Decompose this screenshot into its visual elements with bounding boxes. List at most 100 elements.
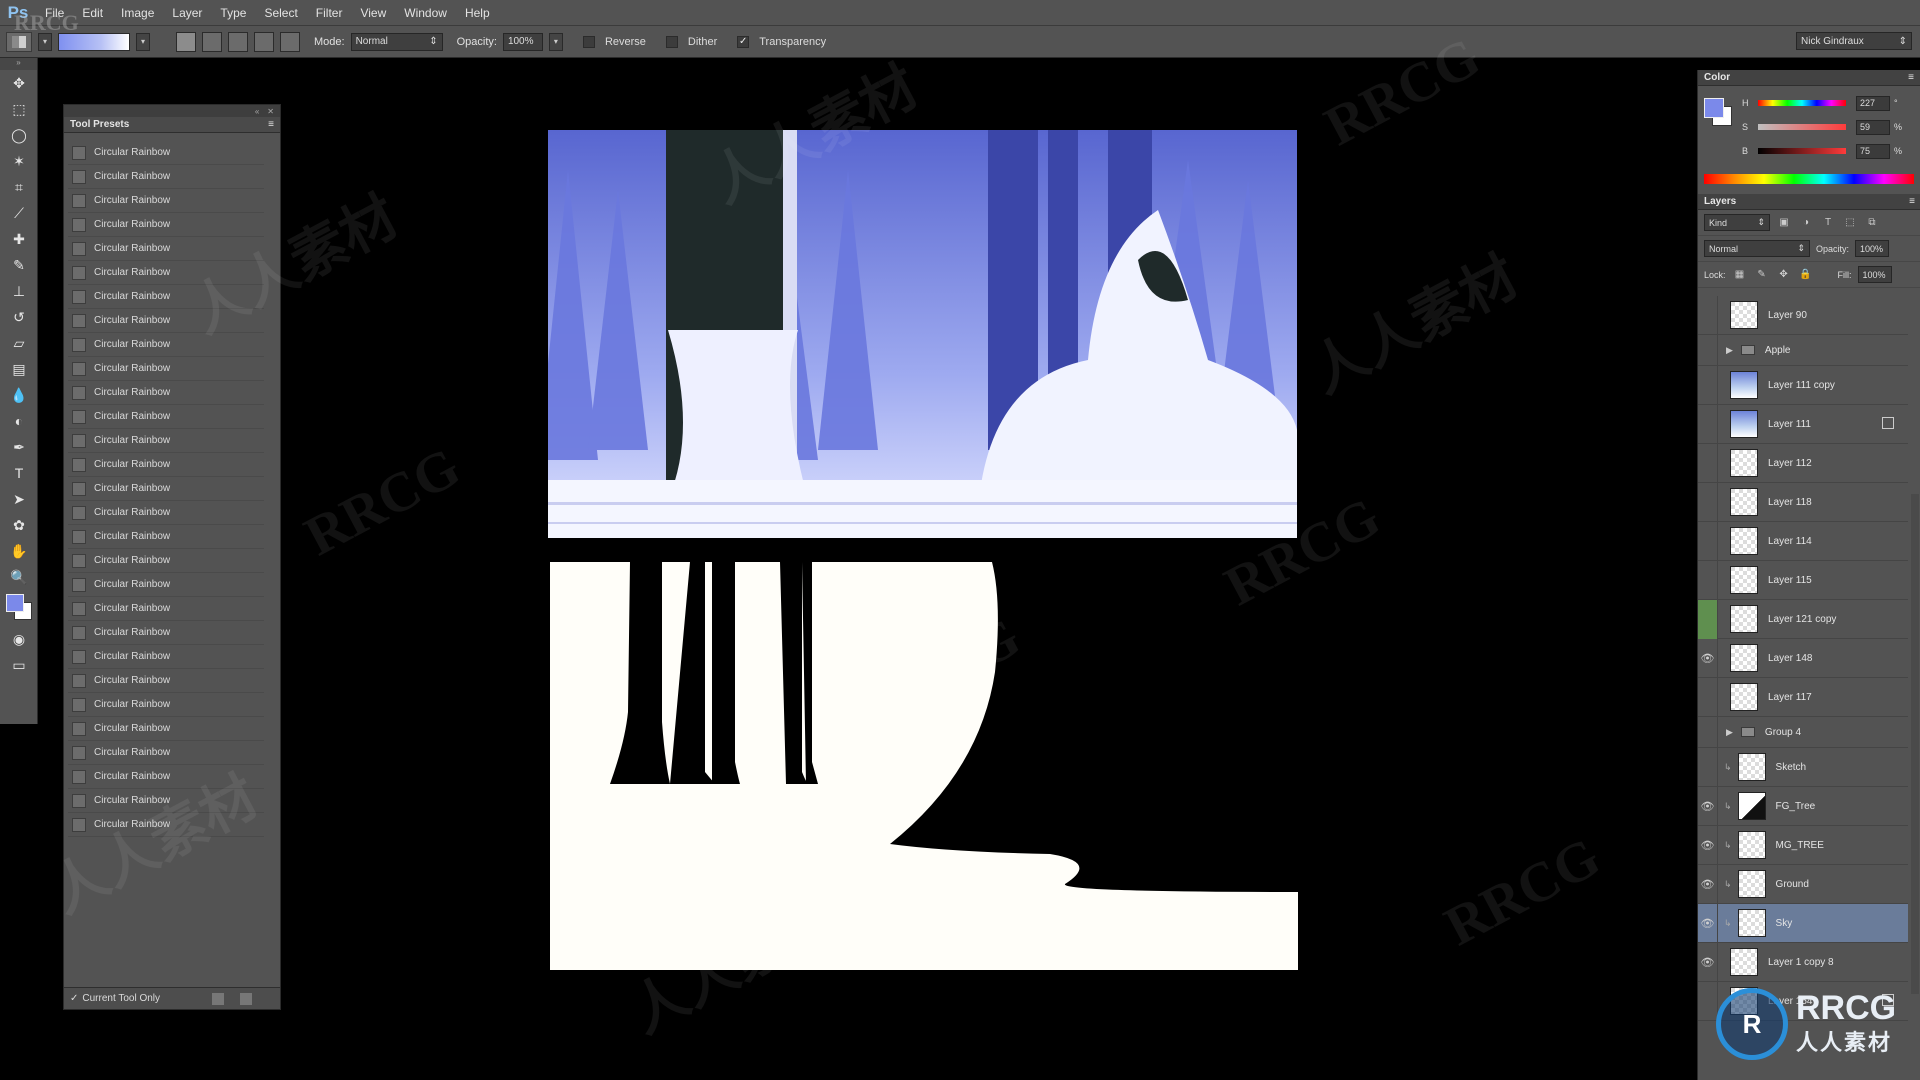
- preset-row[interactable]: Circular Rainbow: [68, 573, 264, 597]
- linear-gradient-button[interactable]: [176, 31, 196, 52]
- layer-row[interactable]: 👁 ↳ Sky: [1698, 903, 1908, 943]
- preset-row[interactable]: Circular Rainbow: [68, 717, 264, 741]
- preset-row[interactable]: Circular Rainbow: [68, 645, 264, 669]
- visibility-eye-icon[interactable]: 👁: [1698, 825, 1718, 865]
- layer-row[interactable]: 👁 ↳ FG_Tree: [1698, 786, 1908, 826]
- preset-row[interactable]: Circular Rainbow: [68, 549, 264, 573]
- dither-checkbox[interactable]: [665, 35, 678, 48]
- hand-tool-icon[interactable]: ✋: [0, 538, 38, 564]
- layers-scrollbar[interactable]: [1911, 494, 1919, 994]
- layer-group-row[interactable]: ▶ Apple: [1698, 330, 1908, 370]
- menu-item-edit[interactable]: Edit: [73, 0, 112, 26]
- new-preset-icon[interactable]: [212, 993, 224, 1005]
- transparency-checkbox[interactable]: ✓: [737, 35, 750, 48]
- move-tool-icon[interactable]: ✥: [0, 70, 38, 96]
- eraser-tool-icon[interactable]: ▱: [0, 330, 38, 356]
- menu-item-type[interactable]: Type: [211, 0, 255, 26]
- collapse-icon[interactable]: «: [255, 107, 259, 116]
- preset-row[interactable]: Circular Rainbow: [68, 357, 264, 381]
- magic-wand-tool-icon[interactable]: ✶: [0, 148, 38, 174]
- layer-row[interactable]: Layer 111: [1698, 404, 1908, 444]
- preset-row[interactable]: Circular Rainbow: [68, 597, 264, 621]
- disclosure-triangle-icon[interactable]: ▶: [1726, 727, 1733, 738]
- visibility-eye-icon[interactable]: [1698, 404, 1718, 444]
- preset-row[interactable]: Circular Rainbow: [68, 813, 264, 837]
- preset-row[interactable]: Circular Rainbow: [68, 189, 264, 213]
- lock-all-icon[interactable]: 🔒: [1798, 268, 1814, 282]
- visibility-eye-icon[interactable]: 👁: [1698, 786, 1718, 826]
- color-tab[interactable]: Color ≡: [1698, 70, 1920, 86]
- preset-row[interactable]: Circular Rainbow: [68, 261, 264, 285]
- brightness-value[interactable]: 75: [1856, 143, 1890, 159]
- preset-row[interactable]: Circular Rainbow: [68, 333, 264, 357]
- quick-mask-icon[interactable]: ◉: [0, 626, 38, 652]
- color-swatches[interactable]: [0, 590, 38, 626]
- blend-mode-select[interactable]: Normal ⇕: [1704, 240, 1810, 257]
- layer-row[interactable]: Layer 112: [1698, 443, 1908, 483]
- visibility-eye-icon[interactable]: [1698, 599, 1718, 639]
- foreground-color-swatch[interactable]: [6, 594, 24, 612]
- kind-filter-select[interactable]: Kind ⇕: [1704, 214, 1770, 231]
- preset-row[interactable]: Circular Rainbow: [68, 525, 264, 549]
- path-selection-tool-icon[interactable]: ➤: [0, 486, 38, 512]
- menu-item-layer[interactable]: Layer: [163, 0, 211, 26]
- preset-row[interactable]: Circular Rainbow: [68, 429, 264, 453]
- eyedropper-tool-icon[interactable]: ⟋: [0, 200, 38, 226]
- saturation-slider[interactable]: [1758, 124, 1846, 130]
- lock-transparent-icon[interactable]: ▦: [1732, 268, 1748, 282]
- menu-item-window[interactable]: Window: [395, 0, 456, 26]
- preset-row[interactable]: Circular Rainbow: [68, 501, 264, 525]
- canvas-artwork[interactable]: [548, 130, 1297, 538]
- saturation-value[interactable]: 59: [1856, 119, 1890, 135]
- lock-image-icon[interactable]: ✎: [1754, 268, 1770, 282]
- radial-gradient-button[interactable]: [202, 31, 222, 52]
- canvas-mask[interactable]: [550, 562, 1298, 970]
- visibility-eye-icon[interactable]: 👁: [1698, 638, 1718, 678]
- trash-icon[interactable]: [240, 993, 252, 1005]
- marquee-tool-icon[interactable]: ⬚: [0, 96, 38, 122]
- visibility-eye-icon[interactable]: 👁: [1698, 864, 1718, 904]
- reflected-gradient-button[interactable]: [254, 31, 274, 52]
- opacity-input[interactable]: 100%: [502, 32, 543, 51]
- layer-row[interactable]: Layer 117: [1698, 677, 1908, 717]
- zoom-tool-icon[interactable]: 🔍: [0, 564, 38, 590]
- layer-row[interactable]: Layer 111 copy: [1698, 365, 1908, 405]
- preset-row[interactable]: Circular Rainbow: [68, 693, 264, 717]
- visibility-eye-icon[interactable]: [1698, 677, 1718, 717]
- healing-brush-tool-icon[interactable]: ✚: [0, 226, 38, 252]
- angle-gradient-button[interactable]: [228, 31, 248, 52]
- visibility-eye-icon[interactable]: 👁: [1698, 903, 1718, 943]
- layer-row[interactable]: 👁 ↳ Ground: [1698, 864, 1908, 904]
- fill-input[interactable]: 100%: [1857, 266, 1892, 283]
- adjustment-filter-icon[interactable]: ◑: [1798, 216, 1814, 230]
- layer-row[interactable]: Layer 114: [1698, 521, 1908, 561]
- brush-tool-icon[interactable]: ✎: [0, 252, 38, 278]
- preset-row[interactable]: Circular Rainbow: [68, 453, 264, 477]
- reverse-checkbox[interactable]: [582, 35, 595, 48]
- toolbar-grip[interactable]: »: [0, 58, 37, 70]
- type-filter-icon[interactable]: T: [1820, 216, 1836, 230]
- layer-row[interactable]: ↳ Sketch: [1698, 747, 1908, 787]
- layer-row[interactable]: 👁 Layer 1 copy 8: [1698, 942, 1908, 982]
- panel-menu-icon[interactable]: ≡: [268, 119, 274, 130]
- shape-filter-icon[interactable]: ⬚: [1842, 216, 1858, 230]
- preset-row[interactable]: Circular Rainbow: [68, 741, 264, 765]
- mode-select[interactable]: Normal ⇕: [350, 32, 443, 51]
- crop-tool-icon[interactable]: ⌗: [0, 174, 38, 200]
- visibility-eye-icon[interactable]: [1698, 330, 1718, 370]
- panel-menu-icon[interactable]: ≡: [1908, 72, 1914, 83]
- close-icon[interactable]: ✕: [267, 107, 274, 116]
- custom-shape-tool-icon[interactable]: ✿: [0, 512, 38, 538]
- disclosure-triangle-icon[interactable]: ▶: [1726, 345, 1733, 356]
- workspace-select[interactable]: Nick Gindraux ⇕: [1796, 32, 1912, 50]
- lasso-tool-icon[interactable]: ◯: [0, 122, 38, 148]
- preset-row[interactable]: Circular Rainbow: [68, 141, 264, 165]
- hue-value[interactable]: 227: [1856, 95, 1890, 111]
- layer-row[interactable]: Layer 118: [1698, 482, 1908, 522]
- preset-row[interactable]: Circular Rainbow: [68, 309, 264, 333]
- hue-slider[interactable]: [1758, 100, 1846, 106]
- visibility-eye-icon[interactable]: [1698, 482, 1718, 522]
- brightness-slider[interactable]: [1758, 148, 1846, 154]
- visibility-eye-icon[interactable]: [1698, 712, 1718, 752]
- preset-row[interactable]: Circular Rainbow: [68, 213, 264, 237]
